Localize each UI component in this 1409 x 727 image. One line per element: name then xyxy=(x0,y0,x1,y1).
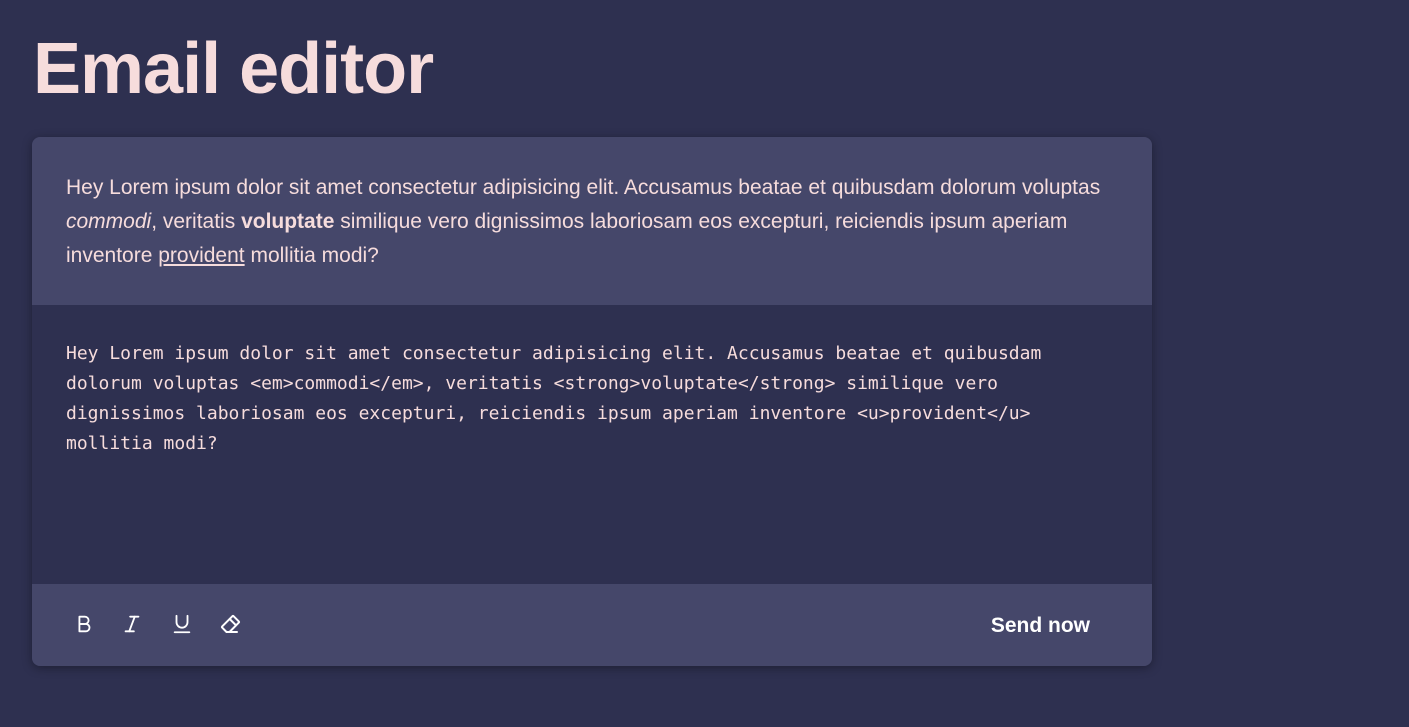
eraser-icon xyxy=(218,612,242,636)
editor-toolbar: Send now xyxy=(32,584,1152,666)
preview-text: , veritatis xyxy=(151,210,242,233)
underline-icon xyxy=(171,613,193,635)
clear-format-button[interactable] xyxy=(216,610,244,638)
page-title: Email editor xyxy=(33,29,434,109)
italic-button[interactable] xyxy=(118,610,146,638)
html-source-textarea[interactable]: Hey Lorem ipsum dolor sit amet consectet… xyxy=(32,305,1152,584)
preview-text: mollitia modi? xyxy=(244,244,379,267)
bold-button[interactable] xyxy=(70,610,98,638)
underline-button[interactable] xyxy=(168,610,196,638)
email-editor-card: Hey Lorem ipsum dolor sit amet consectet… xyxy=(32,137,1152,666)
italic-icon xyxy=(121,613,143,635)
preview-text: Hey Lorem ipsum dolor sit amet consectet… xyxy=(66,176,1101,199)
send-now-button[interactable]: Send now xyxy=(973,607,1108,645)
preview-italic-text: commodi xyxy=(66,210,152,233)
preview-underlined-text: provident xyxy=(158,244,245,267)
preview-bold-text: voluptate xyxy=(241,210,335,233)
email-preview: Hey Lorem ipsum dolor sit amet consectet… xyxy=(32,137,1152,305)
bold-icon xyxy=(73,613,95,635)
